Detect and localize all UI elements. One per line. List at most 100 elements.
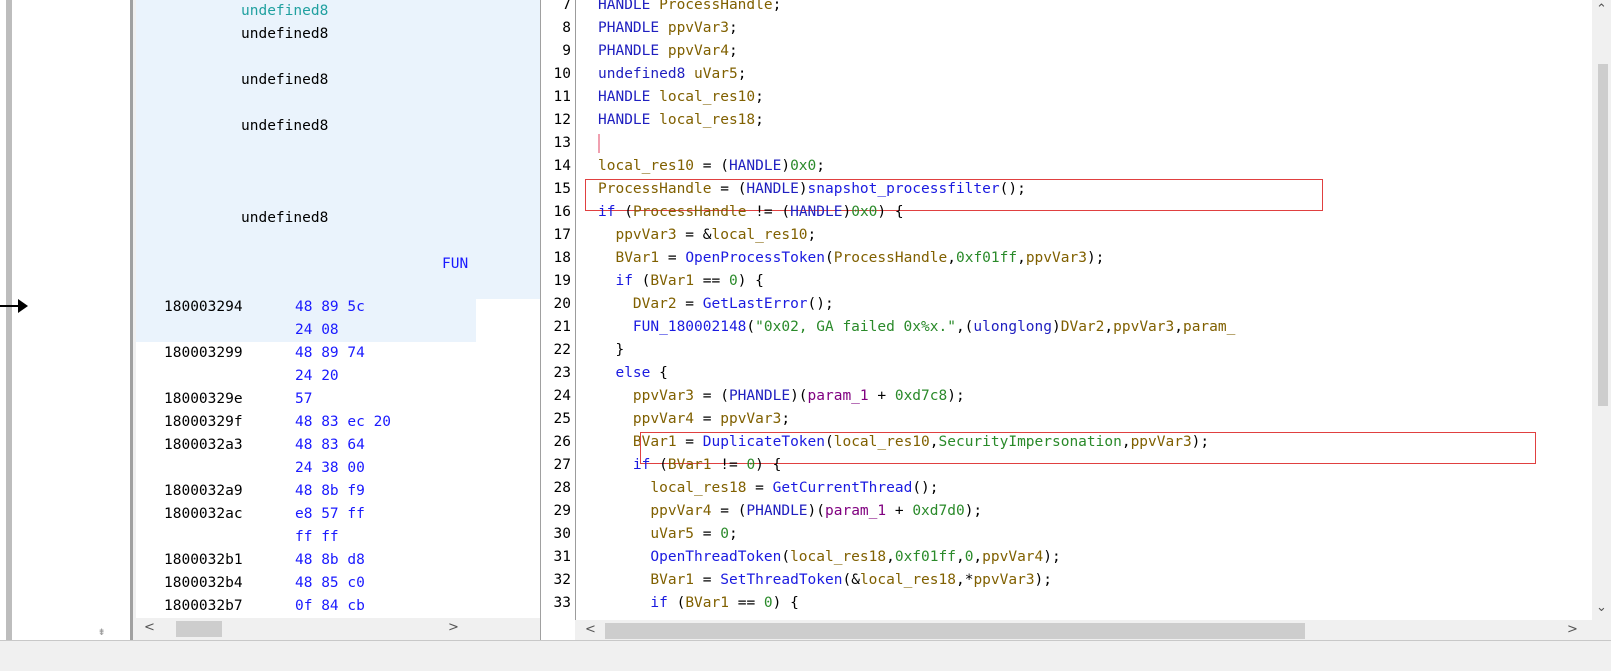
code-line[interactable]: local_res18 = GetCurrentThread(); xyxy=(598,477,938,500)
code-line[interactable]: if (BVar1 != 0) { xyxy=(598,454,781,477)
instruction-row[interactable]: 1800032b7 0f 84 cb xyxy=(136,595,476,618)
code-token[interactable]: ppvVar4 xyxy=(633,411,694,427)
collapse-arrow-icon[interactable]: ⇟ xyxy=(98,624,105,638)
code-line[interactable]: if (BVar1 == 0) { xyxy=(598,592,798,615)
code-token[interactable]: ppvVar3 xyxy=(668,20,729,36)
code-token[interactable]: local_res18 xyxy=(659,112,755,128)
scroll-left-icon[interactable]: < xyxy=(585,622,596,637)
instruction-address[interactable]: 1800032b4 xyxy=(164,572,243,595)
decompiler-hscroll-thumb[interactable] xyxy=(605,623,1305,639)
scroll-right-icon[interactable]: > xyxy=(1567,622,1578,637)
code-line[interactable]: ppvVar4 = (PHANDLE)(param_1 + 0xd7d0); xyxy=(598,500,982,523)
scroll-left-icon[interactable]: < xyxy=(144,620,155,635)
code-line[interactable]: BVar1 = SetThreadToken(&local_res18,*ppv… xyxy=(598,569,1052,592)
listing-row[interactable]: FUN xyxy=(136,253,598,276)
listing-row[interactable] xyxy=(136,46,598,69)
code-token[interactable]: BVar1 xyxy=(685,595,729,611)
instruction-address[interactable]: 18000329f xyxy=(164,411,243,434)
instruction-address[interactable]: 180003299 xyxy=(164,342,243,365)
code-token[interactable]: local_res18 xyxy=(860,572,956,588)
code-token[interactable]: FUN_180002148 xyxy=(633,319,747,335)
code-line[interactable]: local_res10 = (HANDLE)0x0; xyxy=(598,155,825,178)
instruction-row[interactable]: 24 20 xyxy=(136,365,476,388)
code-token[interactable]: BVar1 xyxy=(615,250,659,266)
code-token[interactable]: local_res10 xyxy=(598,158,694,174)
code-token[interactable]: BVar1 xyxy=(668,457,712,473)
code-token[interactable]: ppvVar3 xyxy=(1113,319,1174,335)
instruction-row[interactable]: 1800032a3 48 83 64 xyxy=(136,434,476,457)
code-token[interactable]: ppvVar3 xyxy=(973,572,1034,588)
code-token[interactable]: uVar5 xyxy=(650,526,694,542)
instruction-row[interactable]: 18000329e 57 xyxy=(136,388,476,411)
instruction-row[interactable]: ff ff xyxy=(136,526,476,549)
code-line[interactable]: DVar2 = GetLastError(); xyxy=(598,293,834,316)
code-token[interactable]: OpenThreadToken xyxy=(650,549,781,565)
instruction-address[interactable]: 1800032a9 xyxy=(164,480,243,503)
instruction-row[interactable]: 180003294 48 89 5c xyxy=(136,296,476,319)
code-line[interactable]: ppvVar3 = (PHANDLE)(param_1 + 0xd7c8); xyxy=(598,385,965,408)
code-token[interactable]: local_res18 xyxy=(790,549,886,565)
code-token[interactable]: local_res10 xyxy=(659,89,755,105)
code-line[interactable]: if (BVar1 == 0) { xyxy=(598,270,763,293)
code-token[interactable]: GetCurrentThread xyxy=(773,480,913,496)
decompiler-vscroll-thumb[interactable] xyxy=(1598,64,1608,406)
code-line[interactable] xyxy=(598,132,600,155)
listing-row[interactable]: undefined8 xyxy=(136,207,598,230)
instruction-row[interactable]: 24 38 00 xyxy=(136,457,476,480)
code-line[interactable]: undefined8 uVar5; xyxy=(598,63,746,86)
instruction-address[interactable]: 18000329e xyxy=(164,388,243,411)
listing-row[interactable] xyxy=(136,138,598,161)
code-line[interactable]: else { xyxy=(598,362,667,385)
code-line[interactable]: if (ProcessHandle != (HANDLE)0x0) { xyxy=(598,201,904,224)
listing-row[interactable] xyxy=(136,230,598,253)
instruction-row[interactable]: 1800032ac e8 57 ff xyxy=(136,503,476,526)
scroll-up-icon[interactable]: ⌃ xyxy=(1596,2,1607,17)
code-line[interactable]: PHANDLE ppvVar3; xyxy=(598,17,738,40)
instruction-row[interactable]: 1800032a9 48 8b f9 xyxy=(136,480,476,503)
code-token[interactable]: param_ xyxy=(1183,319,1235,335)
code-token[interactable]: ProcessHandle xyxy=(659,0,773,13)
code-token[interactable]: DVar2 xyxy=(633,296,677,312)
instruction-address[interactable]: 1800032ac xyxy=(164,503,243,526)
code-token[interactable]: ppvVar4 xyxy=(982,549,1043,565)
code-line[interactable]: BVar1 = OpenProcessToken(ProcessHandle,0… xyxy=(598,247,1104,270)
listing-view[interactable]: undefined8 undefined8 undefined8 undefined8… xyxy=(136,0,598,640)
code-token[interactable]: ppvVar3 xyxy=(615,227,676,243)
code-line[interactable]: FUN_180002148("0x02, GA failed 0x%x.",(u… xyxy=(598,316,1235,339)
code-token[interactable]: local_res18 xyxy=(650,480,746,496)
instruction-address[interactable]: 180003294 xyxy=(164,296,243,319)
code-token[interactable]: SetThreadToken xyxy=(720,572,842,588)
code-token[interactable]: DVar2 xyxy=(1061,319,1105,335)
decompiler-vertical-scrollbar[interactable]: ⌃ ⌄ xyxy=(1592,0,1611,640)
code-token[interactable]: ppvVar4 xyxy=(650,503,711,519)
instruction-row[interactable]: 1800032b1 48 8b d8 xyxy=(136,549,476,572)
listing-row[interactable] xyxy=(136,161,598,184)
listing-row[interactable]: undefined8 xyxy=(136,69,598,92)
scroll-right-icon[interactable]: > xyxy=(448,620,459,635)
listing-row[interactable]: undefined8 xyxy=(136,0,598,23)
code-token[interactable]: ppvVar3 xyxy=(720,411,781,427)
code-line[interactable]: ppvVar4 = ppvVar3; xyxy=(598,408,790,431)
code-line[interactable]: ppvVar3 = &local_res10; xyxy=(598,224,816,247)
code-token[interactable]: ProcessHandle xyxy=(633,204,747,220)
code-line[interactable]: HANDLE local_res10; xyxy=(598,86,764,109)
code-line[interactable]: } xyxy=(598,339,624,362)
listing-row[interactable]: undefined8 xyxy=(136,23,598,46)
code-line[interactable]: uVar5 = 0; xyxy=(598,523,737,546)
instruction-row[interactable]: 18000329f 48 83 ec 20 xyxy=(136,411,476,434)
code-line[interactable]: HANDLE local_res18; xyxy=(598,109,764,132)
instruction-address[interactable]: 1800032b7 xyxy=(164,595,243,618)
code-token[interactable]: OpenProcessToken xyxy=(685,250,825,266)
function-label[interactable]: FUN xyxy=(442,253,468,276)
instruction-address[interactable]: 1800032b1 xyxy=(164,549,243,572)
code-token[interactable]: BVar1 xyxy=(650,572,694,588)
code-line[interactable]: OpenThreadToken(local_res18,0xf01ff,0,pp… xyxy=(598,546,1060,569)
listing-row[interactable] xyxy=(136,92,598,115)
decompiler-code-view[interactable]: HANDLE ProcessHandle; PHANDLE ppvVar3; PHA… xyxy=(541,0,1592,620)
code-token[interactable]: ProcessHandle xyxy=(834,250,948,266)
instruction-row[interactable]: 180003299 48 89 74 xyxy=(136,342,476,365)
scroll-down-icon[interactable]: ⌄ xyxy=(1596,600,1607,615)
code-line[interactable]: HANDLE ProcessHandle; xyxy=(598,0,781,17)
code-token[interactable]: local_res10 xyxy=(712,227,808,243)
code-token[interactable]: ppvVar3 xyxy=(1026,250,1087,266)
